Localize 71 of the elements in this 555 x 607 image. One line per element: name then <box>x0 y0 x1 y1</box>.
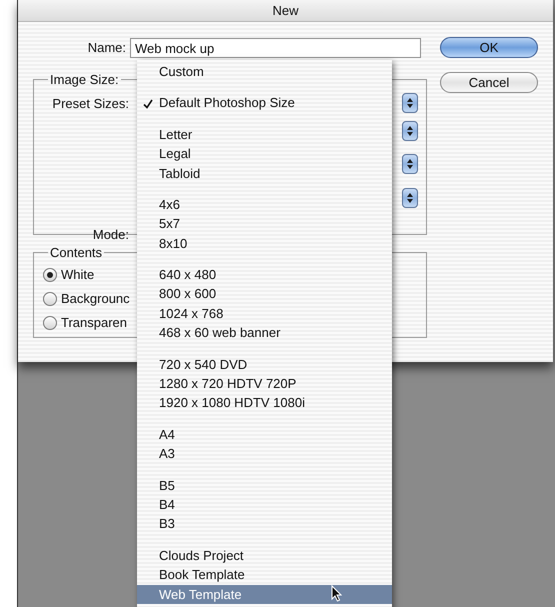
menu-item[interactable]: Web Template <box>137 584 392 604</box>
menu-item[interactable]: 5x7 <box>137 214 392 234</box>
menu-item[interactable]: Default Photoshop Size <box>137 93 392 113</box>
up-down-arrows-icon <box>407 98 413 108</box>
preset-sizes-label: Preset Sizes: <box>52 94 129 112</box>
name-label: Name: <box>86 39 127 58</box>
radio-label: Transparen <box>61 314 127 332</box>
menu-item[interactable]: 720 x 540 DVD <box>137 354 392 374</box>
dialog-button[interactable]: OK <box>440 37 538 58</box>
menu-item[interactable]: 1920 x 1080 HDTV 1080i <box>137 393 392 413</box>
menu-item[interactable]: 1280 x 720 HDTV 720P <box>137 374 392 394</box>
menu-item[interactable]: Clouds Project <box>137 546 392 566</box>
menu-item-label: B4 <box>159 496 175 514</box>
menu-item-label: 4x6 <box>159 196 180 214</box>
menu-item-label: Legal <box>159 145 191 164</box>
menu-item-label: Tabloid <box>159 164 200 183</box>
radio-label: Backgrounc <box>61 290 130 308</box>
stepper-button[interactable] <box>402 188 418 208</box>
menu-item-label: 5x7 <box>159 215 180 234</box>
menu-item[interactable]: B4 <box>137 495 392 514</box>
menu-item[interactable]: Letter <box>137 124 392 144</box>
menu-item[interactable]: 640 x 480 <box>137 265 392 285</box>
menu-item[interactable]: A3 <box>137 444 392 464</box>
menu-item[interactable]: 1024 x 768 <box>137 304 392 324</box>
image-size-legend: Image Size: <box>48 70 121 90</box>
up-down-arrows-icon <box>407 158 413 168</box>
dialog-button[interactable]: Cancel <box>440 72 538 93</box>
menu-item-label: 1024 x 768 <box>159 304 224 323</box>
menu-item-label: 468 x 60 web banner <box>159 324 280 342</box>
stepper-button[interactable] <box>402 154 418 174</box>
menu-item-label: Letter <box>159 126 192 144</box>
menu-item-label: A3 <box>159 445 175 464</box>
menu-item-label: Web Template <box>159 586 242 604</box>
stepper-button[interactable] <box>402 120 418 140</box>
menu-item-label: B5 <box>159 476 175 495</box>
mouse-pointer-icon <box>331 585 342 602</box>
menu-item-label: 8x10 <box>159 234 188 253</box>
menu-item-label: Clouds Project <box>159 546 244 565</box>
menu-item[interactable]: Tabloid <box>137 164 392 183</box>
menu-item-label: 720 x 540 DVD <box>159 356 248 374</box>
menu-item-label: 1920 x 1080 HDTV 1080i <box>159 394 305 412</box>
menu-item-label: 1280 x 720 HDTV 720P <box>159 375 296 394</box>
menu-item-label: Custom <box>159 62 204 81</box>
menu-item-label: B3 <box>159 515 175 534</box>
radio-button[interactable] <box>43 268 57 282</box>
mode-label: Mode: <box>92 226 129 244</box>
window-title: New <box>272 2 298 20</box>
menu-item[interactable]: 8x10 <box>137 234 392 254</box>
menu-item[interactable]: 4x6 <box>137 194 392 214</box>
menu-item-label: A4 <box>159 426 175 444</box>
menu-item-label: 640 x 480 <box>159 266 216 284</box>
up-down-arrows-icon <box>407 192 413 202</box>
contents-legend: Contents <box>48 243 104 262</box>
radio-button[interactable] <box>43 292 57 306</box>
radio-label: White <box>61 266 94 284</box>
name-field[interactable]: Web mock up <box>130 38 421 58</box>
up-down-arrows-icon <box>407 126 413 136</box>
menu-item-label: Default Photoshop Size <box>159 94 295 112</box>
checkmark-icon <box>143 98 153 109</box>
menu-item[interactable]: A4 <box>137 424 392 444</box>
menu-item-label: Book Template <box>159 566 245 584</box>
radio-button[interactable] <box>43 316 57 330</box>
menu-item[interactable]: B5 <box>137 476 392 496</box>
menu-item-label: 800 x 600 <box>159 285 216 304</box>
menu-item[interactable]: Book Template <box>137 565 392 585</box>
menu-item[interactable]: Custom <box>137 62 392 82</box>
menu-item[interactable]: 468 x 60 web banner <box>137 323 392 343</box>
menu-item[interactable]: B3 <box>137 514 392 534</box>
stepper-button[interactable] <box>402 92 418 112</box>
menu-item[interactable]: Legal <box>137 144 392 164</box>
menu-item[interactable]: 800 x 600 <box>137 284 392 304</box>
